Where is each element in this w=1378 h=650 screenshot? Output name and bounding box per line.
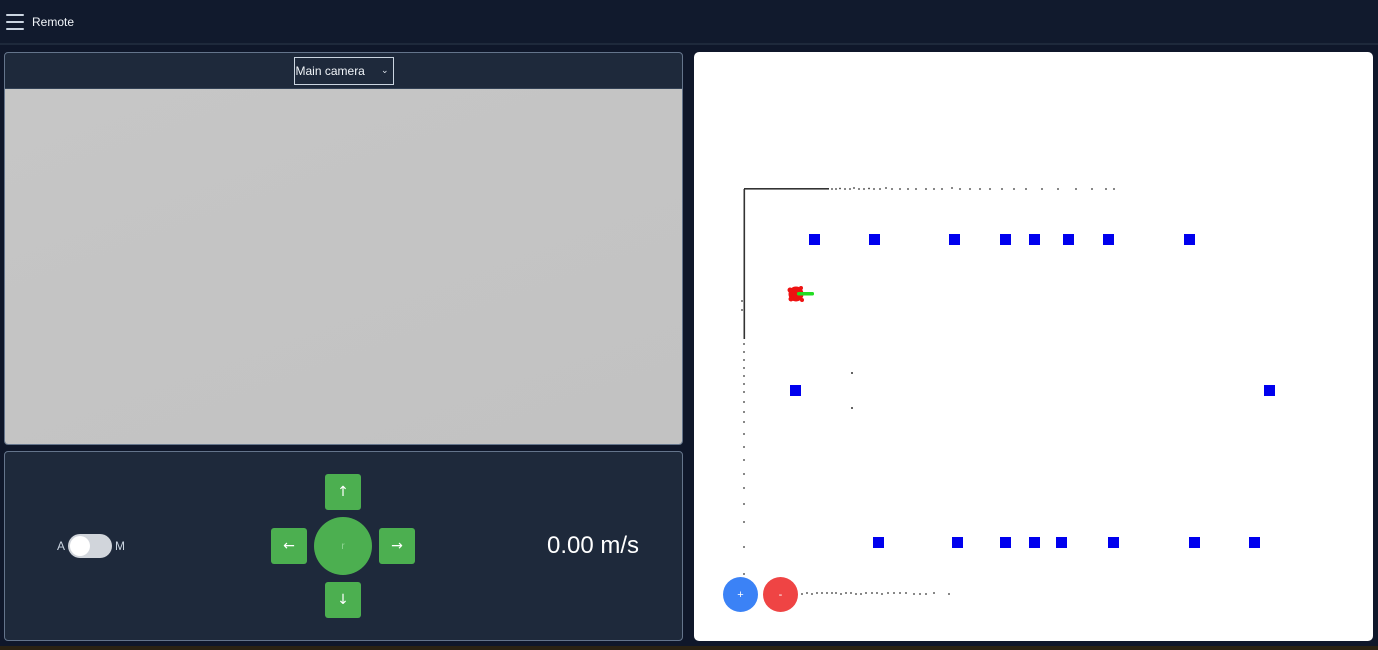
camera-feed <box>5 89 682 444</box>
arrow-left-icon: ← <box>283 538 295 554</box>
lidar-points-left <box>741 189 746 575</box>
camera-panel: Main camera ⌄ <box>4 52 683 445</box>
switch-knob <box>70 536 91 556</box>
map-panel[interactable]: + - <box>694 52 1373 641</box>
mode-toggle: A M <box>57 534 125 558</box>
control-panel: A M ↑ ← r → ↓ 0.00 m/s <box>4 451 683 641</box>
speed-readout: 0.00 m/s <box>547 532 640 559</box>
map-markers-top-row <box>809 234 1195 245</box>
robot-position-icon <box>787 286 814 302</box>
mode-label-manual: M <box>115 539 126 553</box>
arrow-down-icon: ↓ <box>337 592 349 608</box>
joystick[interactable]: r <box>314 517 372 575</box>
bottom-strip <box>0 646 1378 650</box>
arrow-up-icon: ↑ <box>337 484 349 500</box>
mode-switch[interactable] <box>68 534 113 558</box>
lidar-points-stray <box>851 372 853 409</box>
move-left-button[interactable]: ← <box>271 528 307 564</box>
camera-select[interactable]: Main camera ⌄ <box>293 56 394 85</box>
map-canvas[interactable] <box>694 52 1373 641</box>
plus-icon: + <box>737 588 744 601</box>
joystick-label: r <box>341 540 345 552</box>
app-title: Remote <box>32 14 75 29</box>
camera-select-value: Main camera <box>295 63 365 78</box>
map-markers-middle <box>790 385 1275 396</box>
camera-header: Main camera ⌄ <box>5 53 682 89</box>
mode-label-auto: A <box>57 539 66 553</box>
lidar-points-bottom <box>801 592 950 595</box>
top-bar: Remote <box>0 0 1378 45</box>
zoom-in-button[interactable]: + <box>723 577 758 612</box>
move-down-button[interactable]: ↓ <box>325 582 361 618</box>
move-right-button[interactable]: → <box>379 528 415 564</box>
minus-icon: - <box>778 588 783 601</box>
menu-icon[interactable] <box>6 13 24 30</box>
arrow-right-icon: → <box>391 538 403 554</box>
map-markers-bottom-row <box>873 537 1260 548</box>
lidar-points-top <box>744 187 1115 190</box>
zoom-out-button[interactable]: - <box>763 577 798 612</box>
move-up-button[interactable]: ↑ <box>325 474 361 510</box>
chevron-down-icon: ⌄ <box>380 65 389 75</box>
